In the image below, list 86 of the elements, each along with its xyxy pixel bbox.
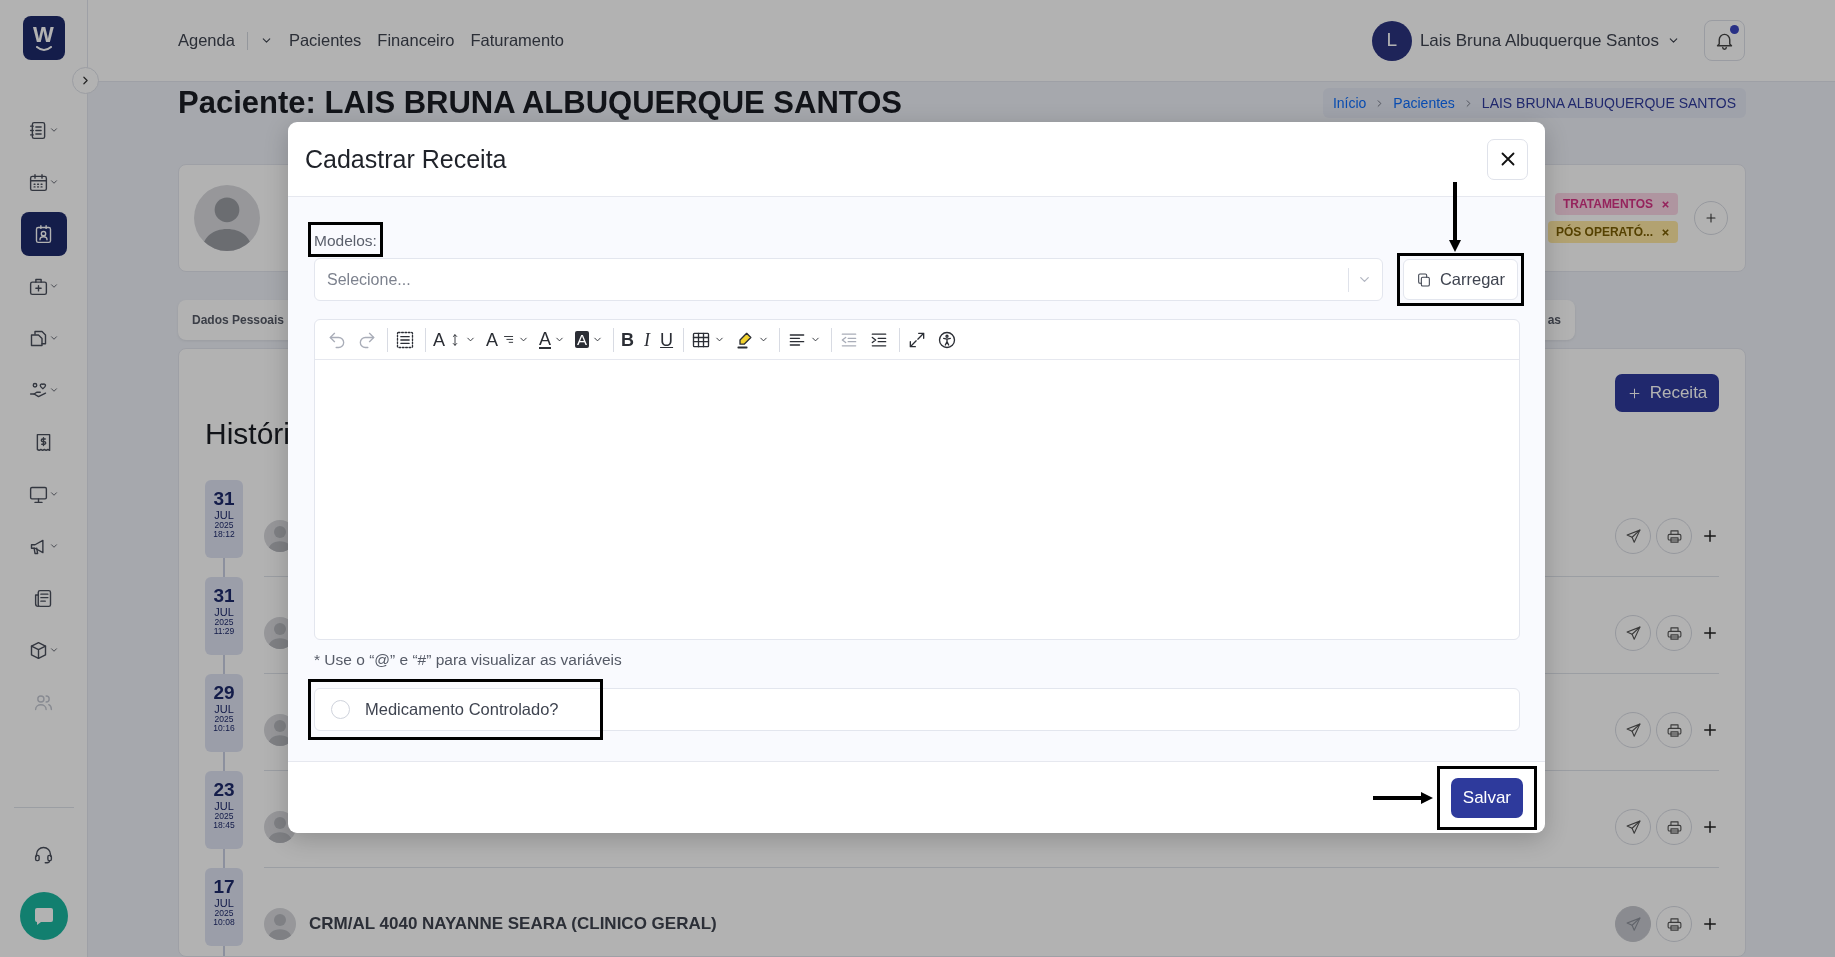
send-button[interactable] <box>1615 712 1651 748</box>
printer-icon <box>1665 721 1683 739</box>
print-button[interactable] <box>1656 518 1692 554</box>
send-icon <box>1624 818 1642 836</box>
toolbar-button[interactable]: A <box>535 323 570 356</box>
printer-icon <box>1665 915 1683 933</box>
remove-icon[interactable] <box>1661 227 1670 237</box>
text-editor[interactable]: A A A A B I U <box>314 319 1520 641</box>
printer-icon <box>1665 818 1683 836</box>
toolbar-button[interactable]: A <box>425 327 480 352</box>
tag: PÓS OPERATÓ... <box>1547 221 1678 243</box>
send-icon <box>1624 624 1642 642</box>
plus-icon <box>1701 818 1719 836</box>
send-button[interactable] <box>1615 615 1651 651</box>
tab[interactable]: as <box>1547 311 1561 329</box>
user-name[interactable]: Lais Bruna Albuquerque Santos <box>1419 27 1659 54</box>
plus-icon <box>1701 527 1719 545</box>
chevron-down-icon <box>49 177 59 187</box>
model-select[interactable]: Selecione... <box>314 258 1383 302</box>
chevron-down-icon <box>49 333 59 343</box>
chevron-down-icon <box>49 125 59 135</box>
logo[interactable]: W <box>22 16 65 60</box>
plus-icon <box>1701 624 1719 642</box>
chevron-down-icon <box>49 541 59 551</box>
plus-icon <box>1701 721 1719 739</box>
add-button[interactable] <box>1701 624 1719 642</box>
chevron-down-icon <box>49 645 59 655</box>
save-button[interactable]: Salvar <box>1450 777 1523 818</box>
notification-button[interactable] <box>1704 20 1745 61</box>
nav-link[interactable]: Agenda <box>178 28 273 53</box>
print-button[interactable] <box>1656 809 1692 845</box>
chevron-down-icon <box>49 281 59 291</box>
toolbar-button[interactable]: I <box>640 323 655 356</box>
breadcrumb-link[interactable]: LAIS BRUNA ALBUQUERQUE SANTOS <box>1481 92 1736 114</box>
toolbar-button[interactable]: A <box>482 323 534 356</box>
print-button[interactable] <box>1656 906 1692 942</box>
add-button[interactable] <box>1701 915 1719 933</box>
printer-icon <box>1665 527 1683 545</box>
date-badge: 23 JUL 2025 18:45 <box>205 771 243 849</box>
toolbar-button[interactable]: B <box>613 327 639 352</box>
new-prescription-button[interactable]: Receita <box>1615 374 1719 412</box>
send-icon <box>1624 915 1642 933</box>
send-icon <box>1624 721 1642 739</box>
plus-icon <box>1626 385 1642 401</box>
date-badge: 31 JUL 2025 11:29 <box>205 577 243 655</box>
plus-icon <box>1701 915 1719 933</box>
load-button[interactable]: Carregar <box>1402 259 1518 301</box>
toolbar-button[interactable]: A <box>571 323 608 356</box>
user-avatar[interactable]: L <box>1371 20 1412 61</box>
tab[interactable]: Dados Pessoais <box>192 311 285 329</box>
select-all-icon <box>395 329 415 350</box>
send-button[interactable] <box>1615 906 1651 942</box>
date-badge: 17 JUL 2025 10:08 <box>205 868 243 946</box>
send-button[interactable] <box>1615 518 1651 554</box>
accessibility-icon <box>937 329 958 350</box>
add-button[interactable] <box>1701 721 1719 739</box>
hint-text: * Use o “@” e “#” para visualizar as variáveis <box>314 650 623 671</box>
checkbox-label[interactable]: Medicamento Controlado? <box>365 696 559 722</box>
tag: TRATAMENTOS <box>1555 193 1678 215</box>
doctor-name: CRM/AL 4040 NAYANNE SEARA (CLINICO GERAL) <box>309 913 717 936</box>
remove-icon[interactable] <box>1661 199 1670 209</box>
send-button[interactable] <box>1615 809 1651 845</box>
print-button[interactable] <box>1656 615 1692 651</box>
date-badge: 31 JUL 2025 18:12 <box>205 480 243 558</box>
dialog-title: Cadastrar Receita <box>305 144 507 174</box>
nav-link[interactable]: Faturamento <box>470 28 564 53</box>
send-icon <box>1624 527 1642 545</box>
chevron-down-icon <box>49 385 59 395</box>
close-button[interactable] <box>1487 138 1528 180</box>
add-tag-button[interactable] <box>1694 201 1728 235</box>
toolbar-button[interactable]: U <box>656 323 678 356</box>
add-button[interactable] <box>1701 527 1719 545</box>
avatar-icon <box>264 908 296 940</box>
copy-icon <box>1415 271 1432 288</box>
sidebar-item[interactable] <box>20 212 67 256</box>
add-button[interactable] <box>1701 818 1719 836</box>
printer-icon <box>1665 624 1683 642</box>
print-button[interactable] <box>1656 712 1692 748</box>
page-title: Paciente: LAIS BRUNA ALBUQUERQUE SANTOS <box>178 84 902 122</box>
nav-link[interactable]: Financeiro <box>377 28 455 53</box>
nav-link[interactable]: Pacientes <box>288 28 362 53</box>
field-label: Modelos: <box>313 231 378 251</box>
checkbox[interactable] <box>331 699 350 719</box>
section-title: Históri <box>205 416 291 452</box>
date-badge: 29 JUL 2025 10:16 <box>205 674 243 752</box>
chevron-down-icon <box>49 489 59 499</box>
